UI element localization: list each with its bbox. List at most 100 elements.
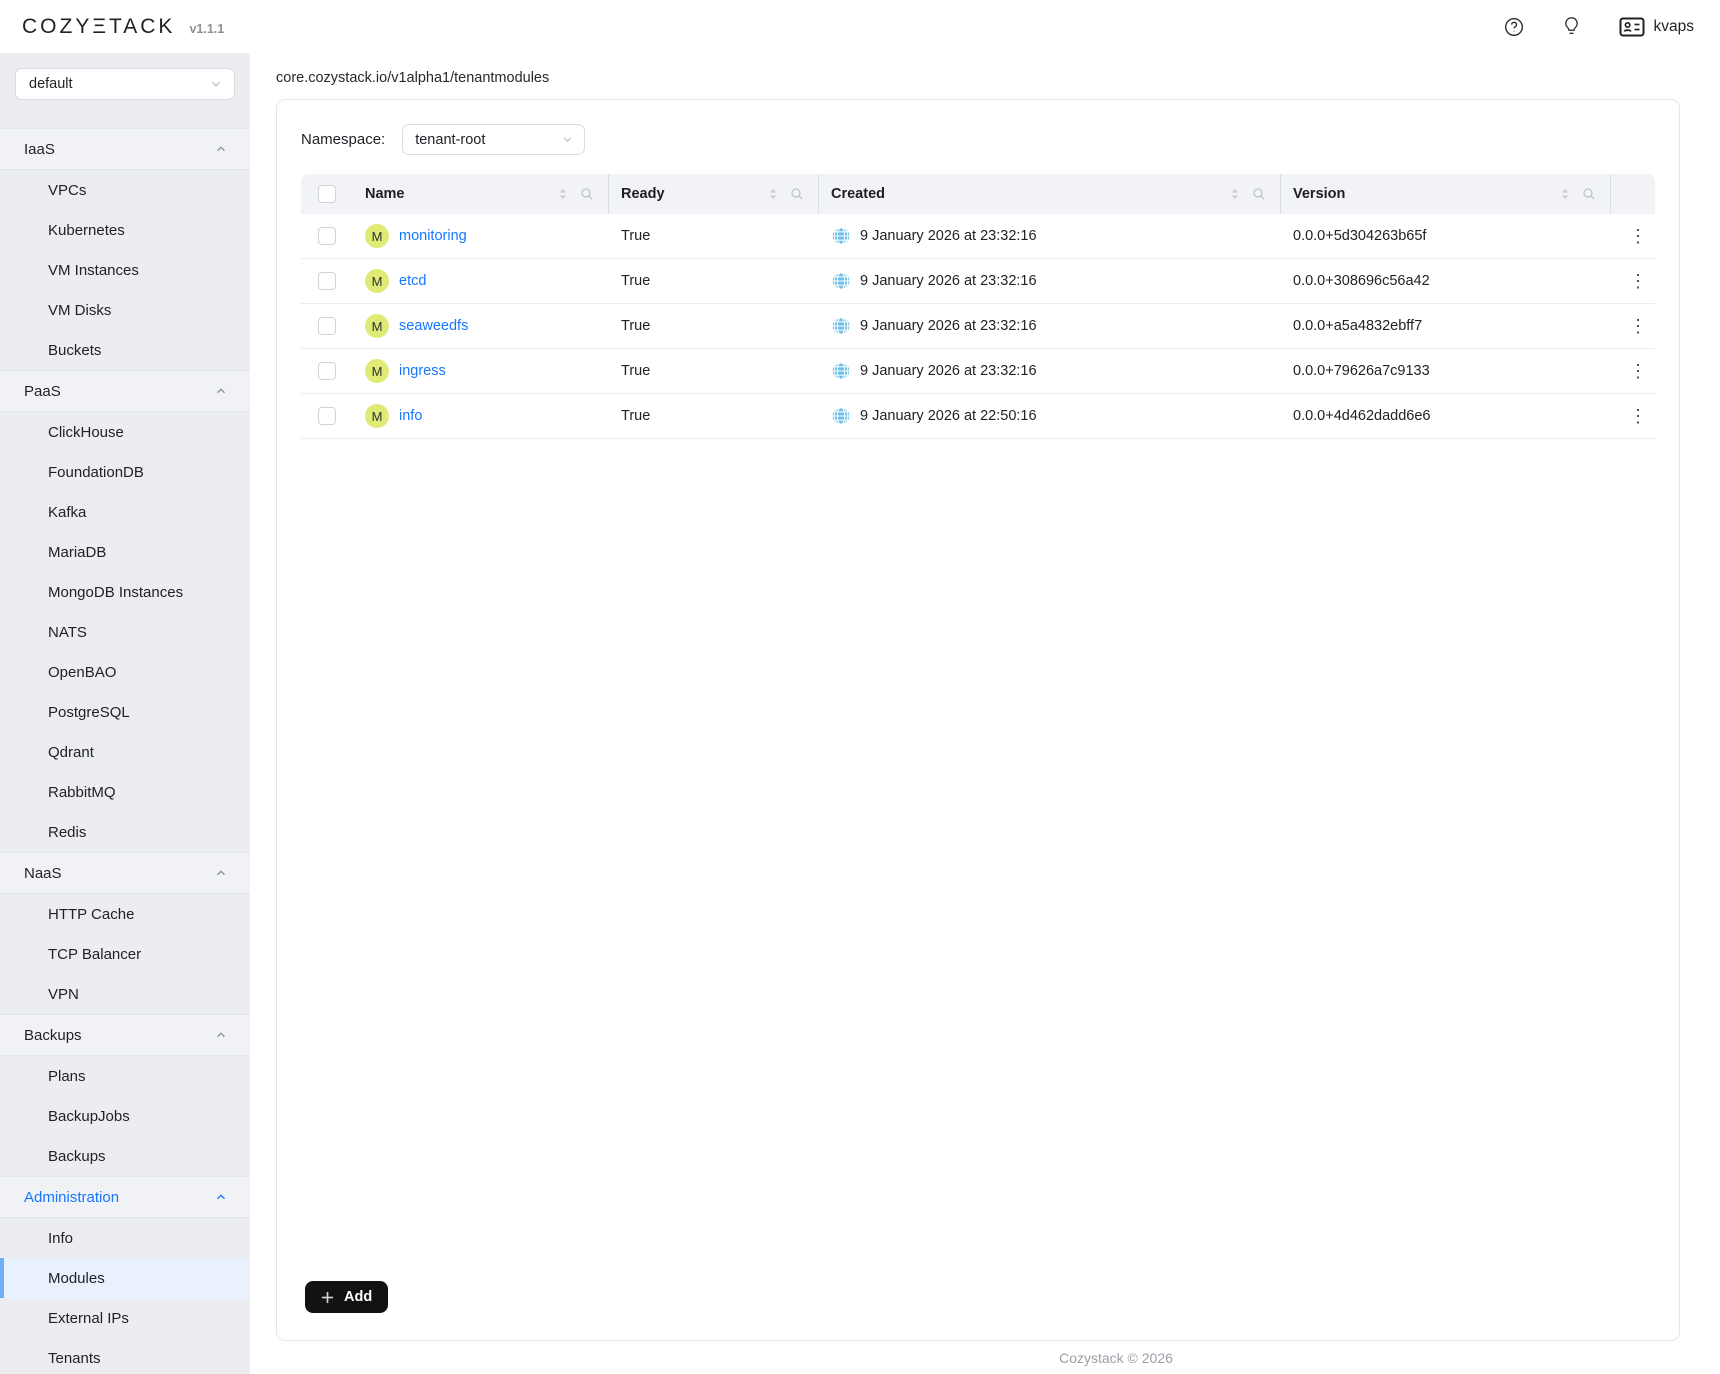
section-label: IaaS [24,141,55,158]
row-checkbox[interactable] [318,407,336,425]
footer-text: Cozystack © 2026 [250,1350,1720,1366]
namespace-row: Namespace: tenant-root [301,124,1655,155]
table-row: M monitoring True 9 January 2026 at 23:3… [301,214,1655,259]
sidebar-item-plans[interactable]: Plans [0,1056,250,1096]
column-header-version[interactable]: Version [1281,174,1611,214]
topbar-actions: kvaps [1504,16,1695,37]
created-cell: 9 January 2026 at 23:32:16 [860,273,1037,289]
table-header-checkbox-cell [301,174,353,214]
module-badge: M [365,314,389,338]
ready-cell: True [609,273,819,289]
sidebar-item-buckets[interactable]: Buckets [0,330,250,370]
sidebar-section-backups[interactable]: Backups [0,1014,250,1056]
sidebar-item-postgresql[interactable]: PostgreSQL [0,692,250,732]
sidebar-item-backups[interactable]: Backups [0,1136,250,1176]
module-name-link[interactable]: info [399,408,422,424]
column-label: Created [831,186,885,202]
sidebar: default IaaS VPCs Kubernetes VM Instance… [0,53,250,1374]
module-name-link[interactable]: etcd [399,273,426,289]
sidebar-item-vm-instances[interactable]: VM Instances [0,250,250,290]
sidebar-item-http-cache[interactable]: HTTP Cache [0,894,250,934]
section-label: NaaS [24,865,62,882]
sidebar-item-modules[interactable]: Modules [0,1258,250,1298]
sidebar-section-iaas[interactable]: IaaS [0,128,250,170]
add-button-label: Add [344,1289,372,1305]
sidebar-item-clickhouse[interactable]: ClickHouse [0,412,250,452]
module-badge: M [365,359,389,383]
add-button[interactable]: Add [305,1281,388,1313]
user-menu[interactable]: kvaps [1619,17,1695,37]
module-badge: M [365,404,389,428]
section-label: PaaS [24,383,61,400]
row-actions-icon[interactable] [1623,360,1653,382]
version-cell: 0.0.0+5d304263b65f [1281,228,1611,244]
column-search-icon[interactable] [1582,187,1596,201]
sidebar-item-openbao[interactable]: OpenBAO [0,652,250,692]
row-checkbox[interactable] [318,272,336,290]
column-header-ready[interactable]: Ready [609,174,819,214]
content-card: Namespace: tenant-root Name [276,99,1680,1341]
module-badge: M [365,269,389,293]
created-cell: 9 January 2026 at 23:32:16 [860,363,1037,379]
chevron-up-icon [214,384,228,398]
row-actions-icon[interactable] [1623,315,1653,337]
table-row: M ingress True 9 January 2026 at 23:32:1… [301,349,1655,394]
module-name-link[interactable]: seaweedfs [399,318,468,334]
namespace-select[interactable]: tenant-root [402,124,585,155]
column-header-name[interactable]: Name [353,174,609,214]
sidebar-item-foundationdb[interactable]: FoundationDB [0,452,250,492]
column-search-icon[interactable] [1252,187,1266,201]
sidebar-item-nats[interactable]: NATS [0,612,250,652]
sidebar-section-paas[interactable]: PaaS [0,370,250,412]
created-cell: 9 January 2026 at 23:32:16 [860,228,1037,244]
column-label: Ready [621,186,665,202]
sidebar-item-info[interactable]: Info [0,1218,250,1258]
sidebar-item-qdrant[interactable]: Qdrant [0,732,250,772]
sidebar-item-vpn[interactable]: VPN [0,974,250,1014]
sidebar-item-kubernetes[interactable]: Kubernetes [0,210,250,250]
sidebar-item-rabbitmq[interactable]: RabbitMQ [0,772,250,812]
sidebar-item-tenants[interactable]: Tenants [0,1338,250,1374]
column-search-icon[interactable] [580,187,594,201]
theme-bulb-icon[interactable] [1562,16,1581,37]
sort-icon[interactable] [767,186,779,202]
select-all-checkbox[interactable] [318,185,336,203]
column-label: Name [365,186,405,202]
row-checkbox[interactable] [318,317,336,335]
ready-cell: True [609,363,819,379]
id-card-icon [1619,17,1645,37]
sidebar-section-administration[interactable]: Administration [0,1176,250,1218]
section-label: Backups [24,1027,82,1044]
row-actions-icon[interactable] [1623,225,1653,247]
chevron-up-icon [214,1190,228,1204]
module-name-link[interactable]: monitoring [399,228,467,244]
sidebar-item-kafka[interactable]: Kafka [0,492,250,532]
row-checkbox[interactable] [318,362,336,380]
sidebar-item-mariadb[interactable]: MariaDB [0,532,250,572]
sidebar-item-vm-disks[interactable]: VM Disks [0,290,250,330]
column-search-icon[interactable] [790,187,804,201]
sidebar-item-redis[interactable]: Redis [0,812,250,852]
version-cell: 0.0.0+308696c56a42 [1281,273,1611,289]
plus-icon [321,1291,334,1304]
row-actions-icon[interactable] [1623,270,1653,292]
sidebar-item-backupjobs[interactable]: BackupJobs [0,1096,250,1136]
created-cell: 9 January 2026 at 22:50:16 [860,408,1037,424]
sort-icon[interactable] [557,186,569,202]
cluster-select[interactable]: default [15,68,235,100]
sidebar-section-naas[interactable]: NaaS [0,852,250,894]
column-header-created[interactable]: Created [819,174,1281,214]
row-checkbox[interactable] [318,227,336,245]
sidebar-item-external-ips[interactable]: External IPs [0,1298,250,1338]
version-cell: 0.0.0+4d462dadd6e6 [1281,408,1611,424]
sidebar-item-tcp-balancer[interactable]: TCP Balancer [0,934,250,974]
chevron-up-icon [214,866,228,880]
module-name-link[interactable]: ingress [399,363,446,379]
sidebar-item-mongodb-instances[interactable]: MongoDB Instances [0,572,250,612]
help-icon[interactable] [1504,17,1524,37]
sort-icon[interactable] [1559,186,1571,202]
sort-icon[interactable] [1229,186,1241,202]
sidebar-item-vpcs[interactable]: VPCs [0,170,250,210]
globe-icon [831,226,851,246]
row-actions-icon[interactable] [1623,405,1653,427]
